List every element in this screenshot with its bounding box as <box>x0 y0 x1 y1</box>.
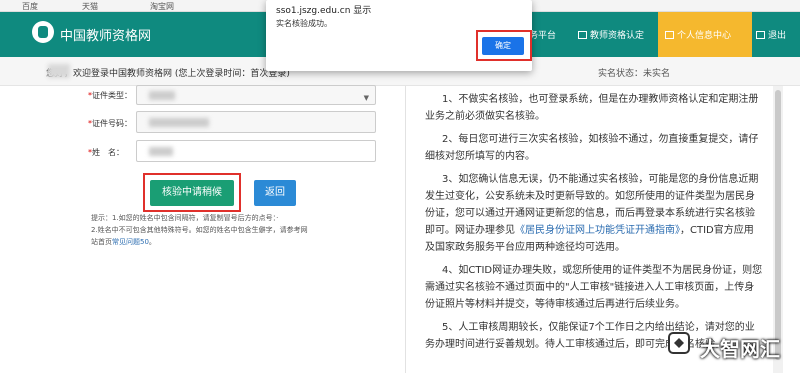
alert-message: 实名核验成功。 <box>276 19 332 28</box>
hint-line: 站首页常见问题50。 <box>91 238 156 246</box>
hint-line: 2.姓名中不可包含其他特殊符号。如您的姓名中包含生僻字，请参考网 <box>91 226 308 234</box>
watermark-logo-icon <box>668 332 690 354</box>
exit-icon <box>756 31 765 39</box>
id-number-label: *证件号码： <box>88 119 132 128</box>
nav-logout[interactable]: 退出 <box>756 28 786 41</box>
nav-label: 教师资格认定 <box>590 31 645 41</box>
bookmark-item[interactable]: 天猫 <box>82 1 98 12</box>
user-icon <box>665 31 674 39</box>
watermark-text: 大智网汇 <box>700 337 780 361</box>
scrollbar-thumb[interactable] <box>775 90 781 360</box>
monitor-icon <box>578 31 587 39</box>
notice-paragraph: 3、如您确认信息无误，仍不能通过实名核验，可能是您的身份信息近期发生过变化，公安… <box>425 174 759 253</box>
name-label: *姓 名： <box>88 148 124 157</box>
nav-label: 退出 <box>768 31 787 41</box>
faq-link[interactable]: 常见问题50 <box>112 238 149 246</box>
nav-personal-center[interactable]: 个人信息中心 <box>658 12 752 57</box>
notice-paragraph: 4、如CTID网证办理失败，或您所使用的证件类型不为居民身份证，则您需通过实名核… <box>425 265 763 310</box>
notice-paragraph: 2、每日您可进行三次实名核验，如核验不通过，勿直接重复提交，请仔细核对您所填写的… <box>425 134 759 162</box>
id-number-field[interactable] <box>136 111 376 133</box>
redacted-value <box>149 118 209 127</box>
back-button[interactable]: 返回 <box>254 180 296 206</box>
notice-panel: 1、不做实名核验，也可登录系统，但是在办理教师资格认定和定期注册业务之前必须做实… <box>425 91 763 359</box>
name-field[interactable] <box>136 140 376 162</box>
chevron-down-icon: ▼ <box>363 94 369 102</box>
redacted-value <box>149 91 175 100</box>
logo-icon <box>32 21 54 43</box>
divider <box>405 86 406 373</box>
real-name-status: 实名状态：未实名 <box>598 69 671 79</box>
ok-button-highlight <box>476 30 532 61</box>
site-title[interactable]: 中国教师资格网 <box>60 25 151 44</box>
bookmark-item[interactable]: 百度 <box>22 1 38 12</box>
guide-link[interactable]: 《居民身份证网上功能凭证开通指南》 <box>515 225 680 236</box>
nav-teacher-certification[interactable]: 教师资格认定 <box>578 28 644 41</box>
bookmark-item[interactable]: 淘宝网 <box>150 1 174 12</box>
alert-origin: sso1.jszg.edu.cn 显示 <box>276 6 372 16</box>
notice-paragraph: 1、不做实名核验，也可登录系统，但是在办理教师资格认定和定期注册业务之前必须做实… <box>425 94 759 122</box>
nav-personal-center-content: 个人信息中心 <box>665 28 731 41</box>
id-type-label: *证件类型： <box>88 91 132 100</box>
redacted-username <box>48 64 70 78</box>
id-type-select[interactable]: ▼ <box>136 85 376 105</box>
welcome-text: 您好，欢迎登录中国教师资格网 (您上次登录时间：首次登录) <box>46 69 290 79</box>
nav-label: 个人信息中心 <box>677 31 732 41</box>
verify-button[interactable]: 核验中请稍候 <box>150 180 234 206</box>
page: 百度 天猫 淘宝网 中国教师资格网 业务平台 教师资格认定 个人信息中心 退出 … <box>0 0 800 373</box>
redacted-value <box>149 147 173 156</box>
hint-line: 提示：1.如您的姓名中包含间隔符，请复制冒号后方的点号：· <box>91 214 279 222</box>
